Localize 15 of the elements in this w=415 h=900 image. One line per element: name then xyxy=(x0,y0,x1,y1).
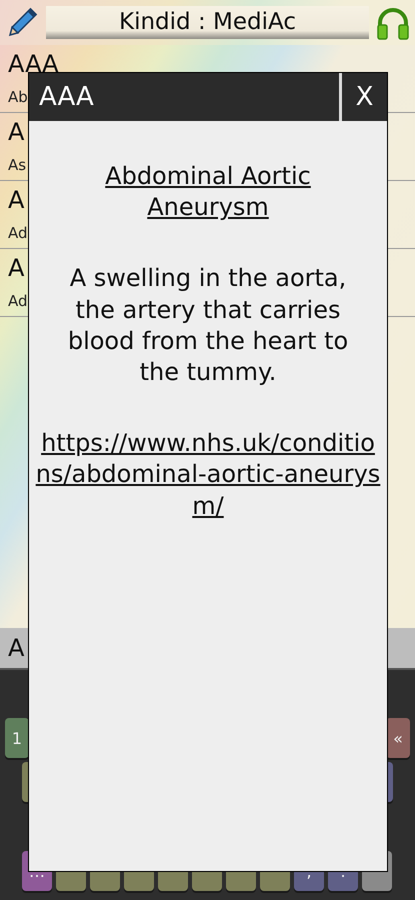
item-title: A xyxy=(8,188,24,212)
item-subtitle: As xyxy=(8,158,26,173)
item-subtitle: Ab xyxy=(8,90,28,105)
item-title: A xyxy=(8,256,24,280)
url-link[interactable]: https://www.nhs.uk/conditions/abdominal-aortic-aneurysm/ xyxy=(35,428,381,522)
item-title: AAA xyxy=(8,52,59,76)
dialog-title: AAA xyxy=(38,82,95,112)
app-title: Kindid : MediAc xyxy=(46,6,369,39)
item-subtitle: Ad xyxy=(8,226,28,241)
heading-link[interactable]: Abdominal Aortic Aneurysm xyxy=(63,161,353,224)
description-text: A swelling in the aorta, the artery that carries blood from the heart to the tummy. xyxy=(66,263,350,388)
keyboard-key[interactable]: 1 xyxy=(5,718,29,758)
keyboard-key[interactable]: « xyxy=(386,718,410,758)
item-title: A xyxy=(8,120,24,144)
item-subtitle: Ad xyxy=(8,294,28,309)
